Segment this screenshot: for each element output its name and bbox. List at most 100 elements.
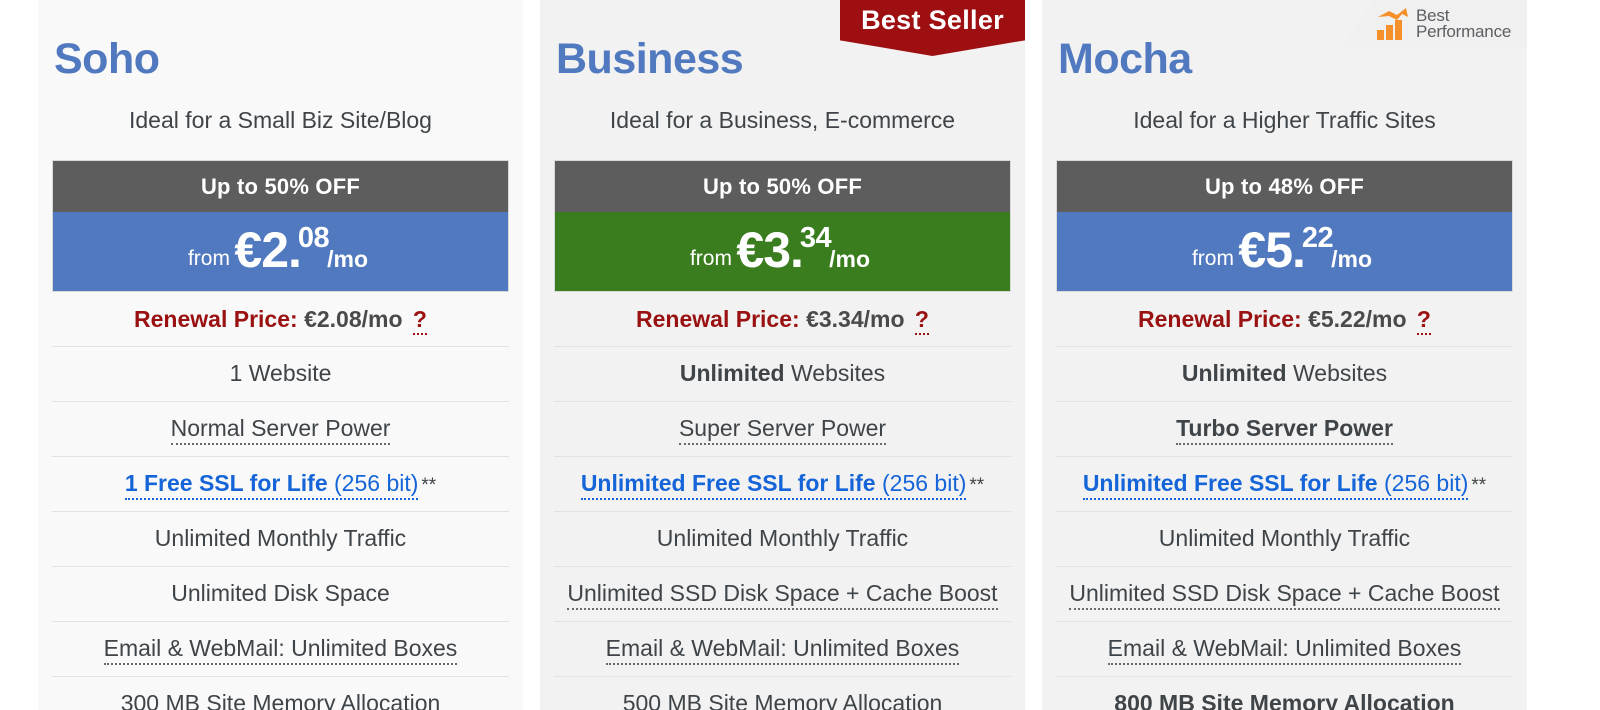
list-item: 300 MB Site Memory Allocation xyxy=(52,677,509,710)
feature-text: Websites xyxy=(791,360,886,387)
feature-text[interactable]: Email & WebMail: Unlimited Boxes xyxy=(103,635,458,666)
list-item: 500 MB Site Memory Allocation xyxy=(554,677,1011,710)
best-performance-label: Best Performance xyxy=(1416,7,1512,41)
price-from-label: from xyxy=(689,247,732,271)
renewal-value: €3.34/mo xyxy=(806,306,905,333)
price-cents: 22 xyxy=(1301,222,1334,255)
renewal-value: €5.22/mo xyxy=(1308,306,1407,333)
list-item: 800 MB Site Memory Allocation xyxy=(1056,677,1513,710)
price-amount: €2. xyxy=(234,222,302,279)
feature-text[interactable]: Normal Server Power xyxy=(170,415,391,446)
list-item: Unlimited Monthly Traffic xyxy=(554,512,1011,568)
feature-text: Unlimited Disk Space xyxy=(171,580,390,607)
feature-text: Unlimited Monthly Traffic xyxy=(1158,525,1411,552)
ssl-link[interactable]: 1 Free SSL for Life (256 bit) xyxy=(124,470,419,501)
renewal-price-soho: Renewal Price: €2.08/mo ? xyxy=(38,292,523,346)
discount-bar-business: Up to 50% OFF xyxy=(555,161,1010,213)
plan-tagline-mocha: Ideal for a Higher Traffic Sites xyxy=(1133,107,1436,133)
price-period: /mo xyxy=(1331,246,1373,273)
renewal-help-icon[interactable]: ? xyxy=(412,306,427,336)
renewal-help-icon[interactable]: ? xyxy=(914,306,929,336)
plan-title-soho: Soho xyxy=(54,35,160,83)
feature-text[interactable]: Super Server Power xyxy=(678,415,887,446)
price-amount: €3. xyxy=(736,222,804,279)
plan-card-mocha[interactable]: Best Performance Mocha Ideal for a Highe… xyxy=(1042,0,1527,710)
list-item: Unlimited Monthly Traffic xyxy=(1056,512,1513,568)
feature-text: Unlimited Monthly Traffic xyxy=(154,525,407,552)
feature-text: Websites xyxy=(1293,360,1388,387)
plan-tagline-business: Ideal for a Business, E-commerce xyxy=(609,107,956,133)
price-block-soho: Up to 50% OFF from €2.08/mo xyxy=(52,160,509,293)
list-item: Unlimited Websites xyxy=(1056,347,1513,403)
renewal-label: Renewal Price: xyxy=(1138,306,1302,333)
price-from-label: from xyxy=(187,247,230,271)
pricing-table: Soho Ideal for a Small Biz Site/Blog Up … xyxy=(0,0,1600,710)
plan-card-business[interactable]: Best Seller Business Ideal for a Busines… xyxy=(540,0,1025,710)
price-block-business: Up to 50% OFF from €3.34/mo xyxy=(554,160,1011,293)
discount-bar-mocha: Up to 48% OFF xyxy=(1057,161,1512,213)
feature-text: 1 Website xyxy=(229,360,332,387)
price-period: /mo xyxy=(829,246,871,273)
footnote-asterisks: ** xyxy=(969,475,985,497)
footnote-asterisks: ** xyxy=(1471,475,1487,497)
ssl-link-bits: (256 bit) xyxy=(334,470,419,497)
ssl-link-main: Unlimited Free SSL for Life xyxy=(1082,470,1378,497)
list-item: Unlimited Monthly Traffic xyxy=(52,512,509,568)
price-block-mocha: Up to 48% OFF from €5.22/mo xyxy=(1056,160,1513,293)
list-item: 1 Website xyxy=(52,347,509,403)
ssl-link[interactable]: Unlimited Free SSL for Life (256 bit) xyxy=(580,470,967,501)
price-cents: 34 xyxy=(799,222,832,255)
feature-text[interactable]: Email & WebMail: Unlimited Boxes xyxy=(605,635,960,666)
renewal-label: Renewal Price: xyxy=(636,306,800,333)
price-bar-soho: from €2.08/mo xyxy=(53,212,508,292)
price-from-label: from xyxy=(1191,247,1234,271)
feature-text[interactable]: Email & WebMail: Unlimited Boxes xyxy=(1107,635,1462,666)
list-item: Unlimited Free SSL for Life (256 bit) ** xyxy=(1056,457,1513,513)
list-item: Unlimited SSD Disk Space + Cache Boost xyxy=(554,567,1011,623)
price-period: /mo xyxy=(327,246,369,273)
list-item: Turbo Server Power xyxy=(1056,402,1513,458)
best-performance-line2: Performance xyxy=(1416,22,1512,41)
renewal-help-icon[interactable]: ? xyxy=(1416,306,1431,336)
list-item: Unlimited Free SSL for Life (256 bit) ** xyxy=(554,457,1011,513)
list-item: Unlimited SSD Disk Space + Cache Boost xyxy=(1056,567,1513,623)
feature-list-mocha: Unlimited Websites Turbo Server Power Un… xyxy=(1056,346,1513,710)
ssl-link[interactable]: Unlimited Free SSL for Life (256 bit) xyxy=(1082,470,1469,501)
price-amount: €5. xyxy=(1238,222,1306,279)
plan-card-soho[interactable]: Soho Ideal for a Small Biz Site/Blog Up … xyxy=(38,0,523,710)
feature-text[interactable]: 500 MB Site Memory Allocation xyxy=(622,690,943,710)
feature-text[interactable]: Unlimited SSD Disk Space + Cache Boost xyxy=(567,580,998,611)
list-item: Email & WebMail: Unlimited Boxes xyxy=(52,622,509,678)
renewal-label: Renewal Price: xyxy=(134,306,298,333)
list-item: Unlimited Websites xyxy=(554,347,1011,403)
ssl-link-bits: (256 bit) xyxy=(882,470,967,497)
footnote-asterisks: ** xyxy=(421,475,437,497)
feature-text[interactable]: 300 MB Site Memory Allocation xyxy=(120,690,441,710)
list-item: Email & WebMail: Unlimited Boxes xyxy=(1056,622,1513,678)
renewal-price-business: Renewal Price: €3.34/mo ? xyxy=(540,292,1025,346)
price-cents: 08 xyxy=(297,222,330,255)
feature-emphasis: Unlimited xyxy=(1181,360,1287,387)
renewal-value: €2.08/mo xyxy=(304,306,403,333)
feature-emphasis: Unlimited xyxy=(679,360,785,387)
renewal-price-mocha: Renewal Price: €5.22/mo ? xyxy=(1042,292,1527,346)
feature-list-soho: 1 Website Normal Server Power 1 Free SSL… xyxy=(52,346,509,710)
feature-list-business: Unlimited Websites Super Server Power Un… xyxy=(554,346,1011,710)
list-item: Unlimited Disk Space xyxy=(52,567,509,623)
ssl-link-main: Unlimited Free SSL for Life xyxy=(580,470,876,497)
feature-text[interactable]: 800 MB Site Memory Allocation xyxy=(1114,690,1455,710)
feature-text[interactable]: Turbo Server Power xyxy=(1176,415,1393,446)
price-bar-mocha: from €5.22/mo xyxy=(1057,212,1512,292)
list-item: 1 Free SSL for Life (256 bit) ** xyxy=(52,457,509,513)
list-item: Email & WebMail: Unlimited Boxes xyxy=(554,622,1011,678)
list-item: Super Server Power xyxy=(554,402,1011,458)
ssl-link-bits: (256 bit) xyxy=(1384,470,1469,497)
price-bar-business: from €3.34/mo xyxy=(555,212,1010,292)
discount-bar-soho: Up to 50% OFF xyxy=(53,161,508,213)
feature-text[interactable]: Unlimited SSD Disk Space + Cache Boost xyxy=(1069,580,1500,611)
bar-chart-arrow-up-icon xyxy=(1377,8,1408,40)
plan-tagline-soho: Ideal for a Small Biz Site/Blog xyxy=(129,107,432,133)
ssl-link-main: 1 Free SSL for Life xyxy=(124,470,328,497)
feature-text: Unlimited Monthly Traffic xyxy=(656,525,909,552)
list-item: Normal Server Power xyxy=(52,402,509,458)
